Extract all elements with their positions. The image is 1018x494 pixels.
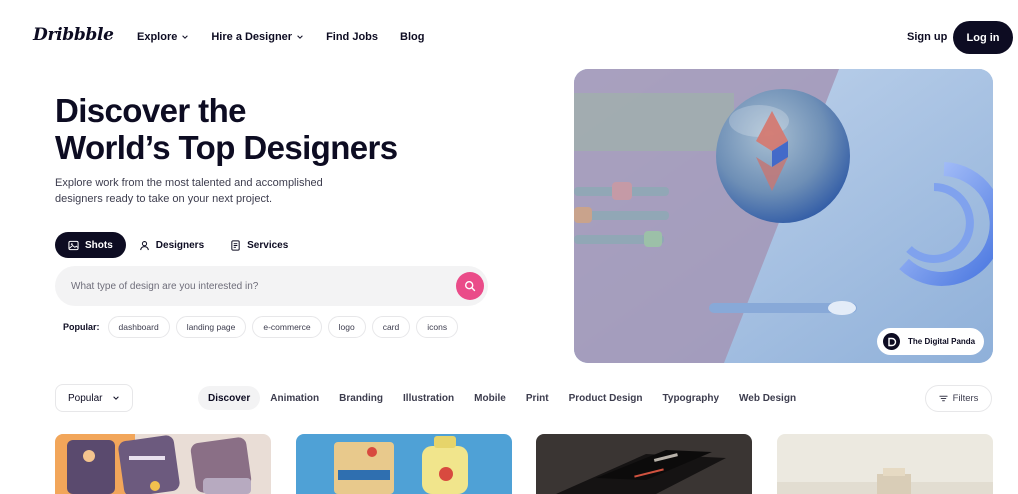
popular-tags: Popular: dashboard landing page e-commer…: [63, 316, 459, 338]
hero-subtitle: Explore work from the most talented and …: [55, 177, 323, 205]
sort-dropdown[interactable]: Popular: [55, 384, 133, 412]
chevron-down-icon: [113, 396, 119, 400]
category-typography[interactable]: Typography: [653, 386, 729, 410]
image-icon: [68, 240, 79, 250]
popular-label: Popular:: [63, 322, 100, 332]
category-tabs: Discover Animation Branding Illustration…: [198, 386, 806, 410]
tag-logo[interactable]: logo: [327, 316, 366, 338]
category-web-design[interactable]: Web Design: [729, 386, 806, 410]
tab-shots-label: Shots: [85, 239, 113, 251]
top-navigation: Dribbble Explore Hire a Designer Find Jo…: [0, 0, 1018, 76]
shot-image: [296, 434, 512, 494]
shot-image: [777, 434, 993, 494]
chevron-down-icon: [297, 35, 303, 39]
shot-thumbnail[interactable]: [296, 434, 512, 494]
hero-artwork[interactable]: [574, 69, 993, 363]
hero-title-line1: Discover the: [55, 92, 246, 129]
category-discover[interactable]: Discover: [198, 386, 261, 410]
shot-thumbnail[interactable]: [536, 434, 752, 494]
tab-designers[interactable]: Designers: [126, 232, 217, 258]
shot-image: [55, 434, 271, 494]
avatar: [883, 333, 900, 350]
tag-icons[interactable]: icons: [416, 316, 459, 338]
art-credit-badge[interactable]: The Digital Panda: [877, 328, 984, 355]
tag-dashboard[interactable]: dashboard: [107, 316, 170, 338]
nav-find-jobs-label: Find Jobs: [326, 31, 379, 43]
filter-icon: [938, 395, 948, 402]
nav-explore[interactable]: Explore: [137, 31, 189, 43]
search-type-tabs: Shots Designers Services: [55, 232, 301, 258]
hero-title-line2: World’s Top Designers: [55, 129, 398, 166]
category-product-design[interactable]: Product Design: [559, 386, 653, 410]
nav-blog-label: Blog: [400, 31, 425, 43]
person-icon: [139, 240, 149, 250]
dribbble-logo[interactable]: Dribbble: [33, 25, 114, 45]
filters-label: Filters: [952, 393, 979, 404]
filters-button[interactable]: Filters: [925, 385, 992, 412]
login-button[interactable]: Log in: [953, 21, 1013, 54]
search-icon: [464, 280, 476, 292]
shot-thumbnail[interactable]: [777, 434, 993, 494]
sort-dropdown-value: Popular: [68, 392, 103, 404]
category-print[interactable]: Print: [516, 386, 559, 410]
hero-artwork-illustration: [574, 69, 993, 363]
category-branding[interactable]: Branding: [329, 386, 393, 410]
art-credit-name: The Digital Panda: [908, 337, 976, 346]
search-button[interactable]: [456, 272, 484, 300]
tab-shots[interactable]: Shots: [55, 232, 126, 258]
nav-explore-label: Explore: [137, 31, 178, 43]
nav-blog[interactable]: Blog: [400, 31, 424, 43]
tab-services[interactable]: Services: [217, 232, 301, 258]
shot-thumbnail[interactable]: [55, 434, 271, 494]
tag-landing-page[interactable]: landing page: [175, 316, 247, 338]
nav-links: Explore Hire a Designer Find Jobs Blog: [137, 31, 424, 43]
search-input[interactable]: [71, 280, 431, 292]
category-mobile[interactable]: Mobile: [464, 386, 516, 410]
signup-link[interactable]: Sign up: [907, 31, 947, 43]
nav-hire-designer[interactable]: Hire a Designer: [211, 31, 304, 43]
designer-logo-icon: [887, 337, 896, 346]
tab-services-label: Services: [247, 239, 289, 251]
document-icon: [231, 239, 240, 251]
hero-title: Discover the World’s Top Designers: [55, 92, 475, 166]
category-illustration[interactable]: Illustration: [393, 386, 464, 410]
chevron-down-icon: [182, 35, 189, 39]
shot-image: [536, 434, 752, 494]
nav-find-jobs[interactable]: Find Jobs: [326, 31, 378, 43]
nav-hire-designer-label: Hire a Designer: [211, 31, 293, 43]
tag-e-commerce[interactable]: e-commerce: [252, 316, 322, 338]
tab-designers-label: Designers: [155, 239, 205, 251]
tag-card[interactable]: card: [371, 316, 411, 338]
search-bar: [55, 266, 488, 306]
category-animation[interactable]: Animation: [260, 386, 329, 410]
